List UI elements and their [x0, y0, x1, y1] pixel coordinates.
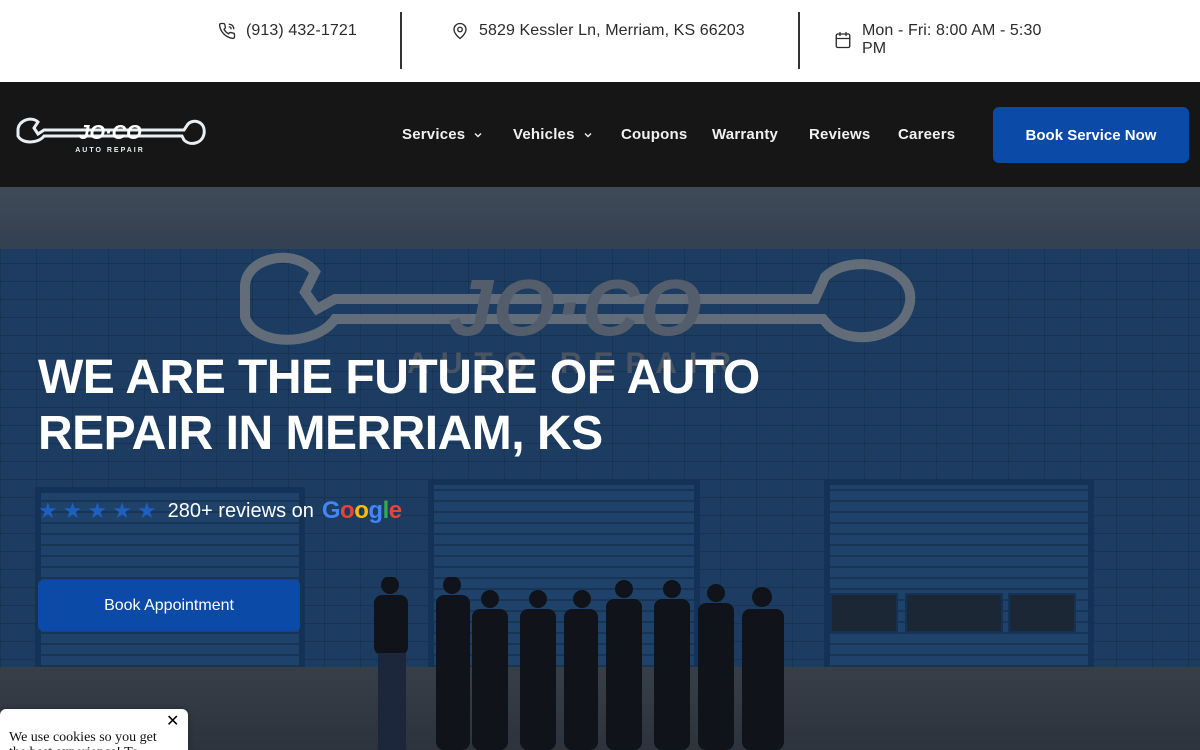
nav-item-label: Services [402, 126, 466, 143]
hero-title: WE ARE THE FUTURE OF AUTO REPAIR IN MERR… [38, 351, 760, 460]
phone-number: (913) 432-1721 [246, 22, 357, 39]
nav-item-warranty[interactable]: Warranty [712, 126, 778, 143]
nav-item-services[interactable]: Services [402, 126, 483, 143]
nav-item-label: Warranty [712, 126, 779, 143]
divider [400, 12, 402, 69]
book-service-now-button[interactable]: Book Service Now [993, 107, 1189, 163]
calendar-icon [835, 31, 851, 49]
star-icon: ★ [87, 498, 108, 523]
nav-item-vehicles[interactable]: Vehicles [513, 126, 593, 143]
nav-item-reviews[interactable]: Reviews [809, 126, 870, 143]
star-icon: ★ [62, 498, 83, 523]
cookie-text: We use cookies so you get the best exper… [9, 730, 157, 750]
map-pin-icon [453, 22, 467, 40]
phone-icon [218, 22, 236, 40]
star-icon: ★ [136, 498, 157, 523]
book-appointment-button[interactable]: Book Appointment [38, 580, 300, 631]
main-navigation: JO·CO AUTO REPAIR Services Vehicles Coup… [0, 82, 1200, 187]
hero-dark-overlay [0, 187, 1200, 750]
reviews-summary[interactable]: ★ ★ ★ ★ ★ 280+ reviews on Google [38, 497, 402, 525]
star-icon: ★ [38, 498, 58, 523]
hours-info: Mon - Fri: 8:00 AM - 5:30 PM [834, 0, 1064, 82]
nav-item-coupons[interactable]: Coupons [621, 126, 687, 143]
top-info-bar: (913) 432-1721 5829 Kessler Ln, Merriam,… [0, 0, 1200, 82]
reviews-count-text: 280+ reviews on [167, 499, 314, 522]
divider [798, 12, 800, 69]
hours-text: Mon - Fri: 8:00 AM - 5:30 PM [862, 22, 1042, 57]
hero-section: JO·CO AUTO REPAIR WE ARE THE FUTURE OF A… [0, 187, 1200, 750]
chevron-down-icon [584, 132, 592, 137]
chevron-down-icon [474, 132, 482, 137]
address-contact[interactable]: 5829 Kessler Ln, Merriam, KS 66203 [451, 0, 745, 82]
star-icon: ★ [112, 498, 132, 523]
nav-item-label: Coupons [621, 126, 688, 143]
phone-contact[interactable]: (913) 432-1721 [218, 0, 357, 82]
address-text: 5829 Kessler Ln, Merriam, KS 66203 [479, 22, 745, 39]
cookie-banner: ✕ We use cookies so you get the best exp… [0, 709, 188, 750]
logo-text: JO·CO [78, 122, 142, 144]
jo-co-logo[interactable]: JO·CO AUTO REPAIR [14, 112, 206, 156]
google-logo: Google [321, 497, 402, 524]
nav-item-label: Reviews [809, 126, 871, 143]
nav-item-label: Vehicles [513, 126, 575, 143]
nav-item-label: Careers [898, 126, 956, 143]
close-icon[interactable]: ✕ [166, 714, 179, 730]
logo-subtext: AUTO REPAIR [75, 147, 145, 154]
nav-item-careers[interactable]: Careers [898, 126, 955, 143]
